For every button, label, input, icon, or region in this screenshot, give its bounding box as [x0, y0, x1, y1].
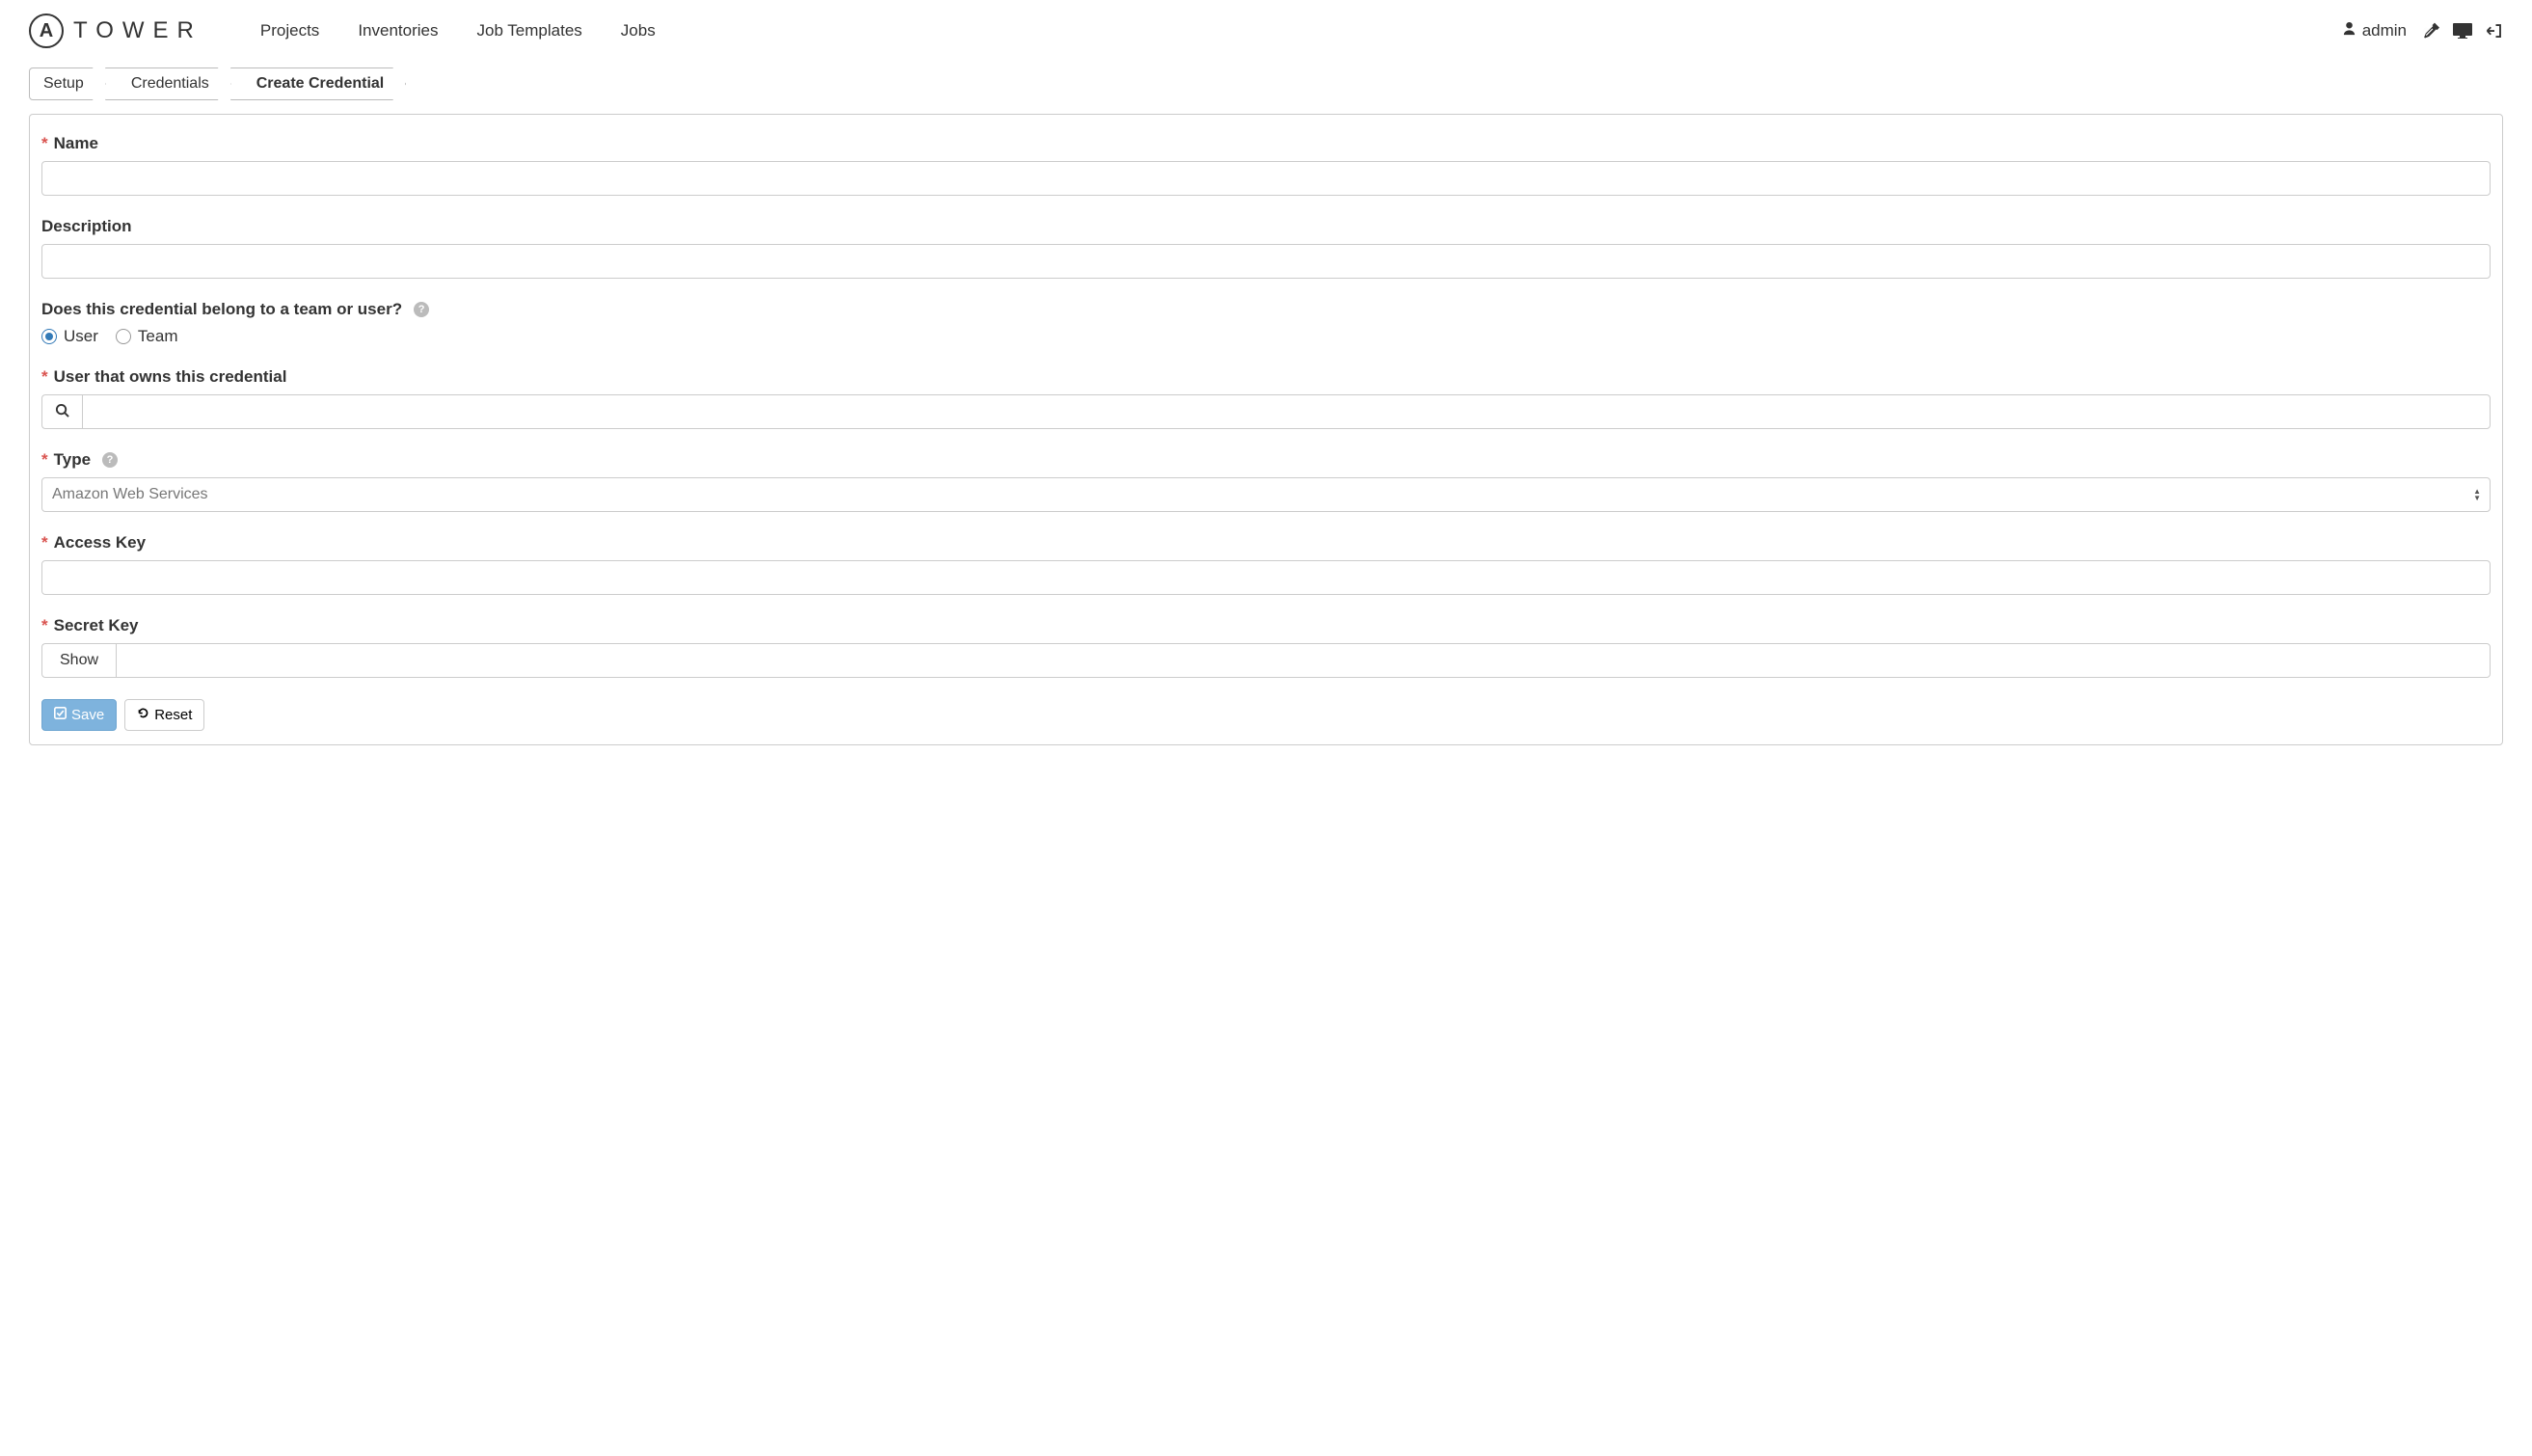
breadcrumb: Setup Credentials Create Credential	[29, 67, 2503, 100]
radio-user[interactable]	[41, 329, 57, 344]
type-group: * Type ? ▲▼	[41, 450, 2491, 512]
required-marker: *	[41, 367, 48, 387]
radio-team-label: Team	[138, 327, 178, 346]
header-left: A TOWER Projects Inventories Job Templat…	[29, 13, 656, 48]
required-marker: *	[41, 616, 48, 635]
logo[interactable]: A TOWER	[29, 13, 202, 48]
access-key-group: * Access Key	[41, 533, 2491, 595]
reset-button[interactable]: Reset	[124, 699, 204, 731]
user-icon	[2342, 21, 2357, 40]
username-label: admin	[2362, 21, 2407, 40]
help-icon[interactable]: ?	[102, 452, 118, 468]
owner-type-group: Does this credential belong to a team or…	[41, 300, 2491, 346]
show-secret-button[interactable]: Show	[41, 643, 116, 678]
breadcrumb-credentials[interactable]: Credentials	[105, 67, 231, 100]
logout-icon[interactable]	[2486, 22, 2503, 40]
main-nav: Projects Inventories Job Templates Jobs	[260, 21, 656, 40]
form-panel: * Name Description Does this credential …	[29, 114, 2503, 745]
description-input[interactable]	[41, 244, 2491, 279]
user-menu[interactable]: admin	[2342, 21, 2407, 40]
required-marker: *	[41, 134, 48, 153]
radio-team[interactable]	[116, 329, 131, 344]
user-lookup-button[interactable]	[41, 394, 82, 429]
check-icon	[54, 707, 67, 723]
nav-jobs[interactable]: Jobs	[621, 21, 656, 40]
logo-text: TOWER	[73, 17, 202, 44]
name-group: * Name	[41, 134, 2491, 196]
header-right: admin	[2342, 21, 2503, 40]
radio-team-item[interactable]: Team	[116, 327, 178, 346]
name-input[interactable]	[41, 161, 2491, 196]
monitor-icon[interactable]	[2453, 22, 2472, 40]
type-label: Type	[54, 450, 91, 470]
save-button[interactable]: Save	[41, 699, 117, 731]
access-key-label: Access Key	[54, 533, 146, 553]
breadcrumb-create-credential[interactable]: Create Credential	[230, 67, 407, 100]
owner-user-input[interactable]	[82, 394, 2491, 429]
nav-job-templates[interactable]: Job Templates	[476, 21, 581, 40]
help-icon[interactable]: ?	[414, 302, 429, 317]
owner-question-label: Does this credential belong to a team or…	[41, 300, 402, 319]
breadcrumb-setup[interactable]: Setup	[29, 67, 106, 100]
search-icon	[55, 403, 69, 420]
save-button-label: Save	[71, 707, 104, 723]
required-marker: *	[41, 450, 48, 470]
radio-user-label: User	[64, 327, 98, 346]
nav-projects[interactable]: Projects	[260, 21, 319, 40]
nav-inventories[interactable]: Inventories	[358, 21, 438, 40]
secret-key-input[interactable]	[116, 643, 2491, 678]
undo-icon	[137, 707, 149, 723]
type-select[interactable]	[41, 477, 2491, 512]
required-marker: *	[41, 533, 48, 553]
radio-user-item[interactable]: User	[41, 327, 98, 346]
secret-key-group: * Secret Key Show	[41, 616, 2491, 678]
description-label: Description	[41, 217, 132, 236]
access-key-input[interactable]	[41, 560, 2491, 595]
settings-icon[interactable]	[2420, 21, 2439, 40]
logo-icon: A	[29, 13, 64, 48]
header: A TOWER Projects Inventories Job Templat…	[29, 0, 2503, 56]
description-group: Description	[41, 217, 2491, 279]
name-label: Name	[54, 134, 98, 153]
secret-key-label: Secret Key	[54, 616, 139, 635]
button-row: Save Reset	[41, 699, 2491, 731]
owner-user-label: User that owns this credential	[54, 367, 287, 387]
owner-user-group: * User that owns this credential	[41, 367, 2491, 429]
reset-button-label: Reset	[154, 707, 192, 723]
